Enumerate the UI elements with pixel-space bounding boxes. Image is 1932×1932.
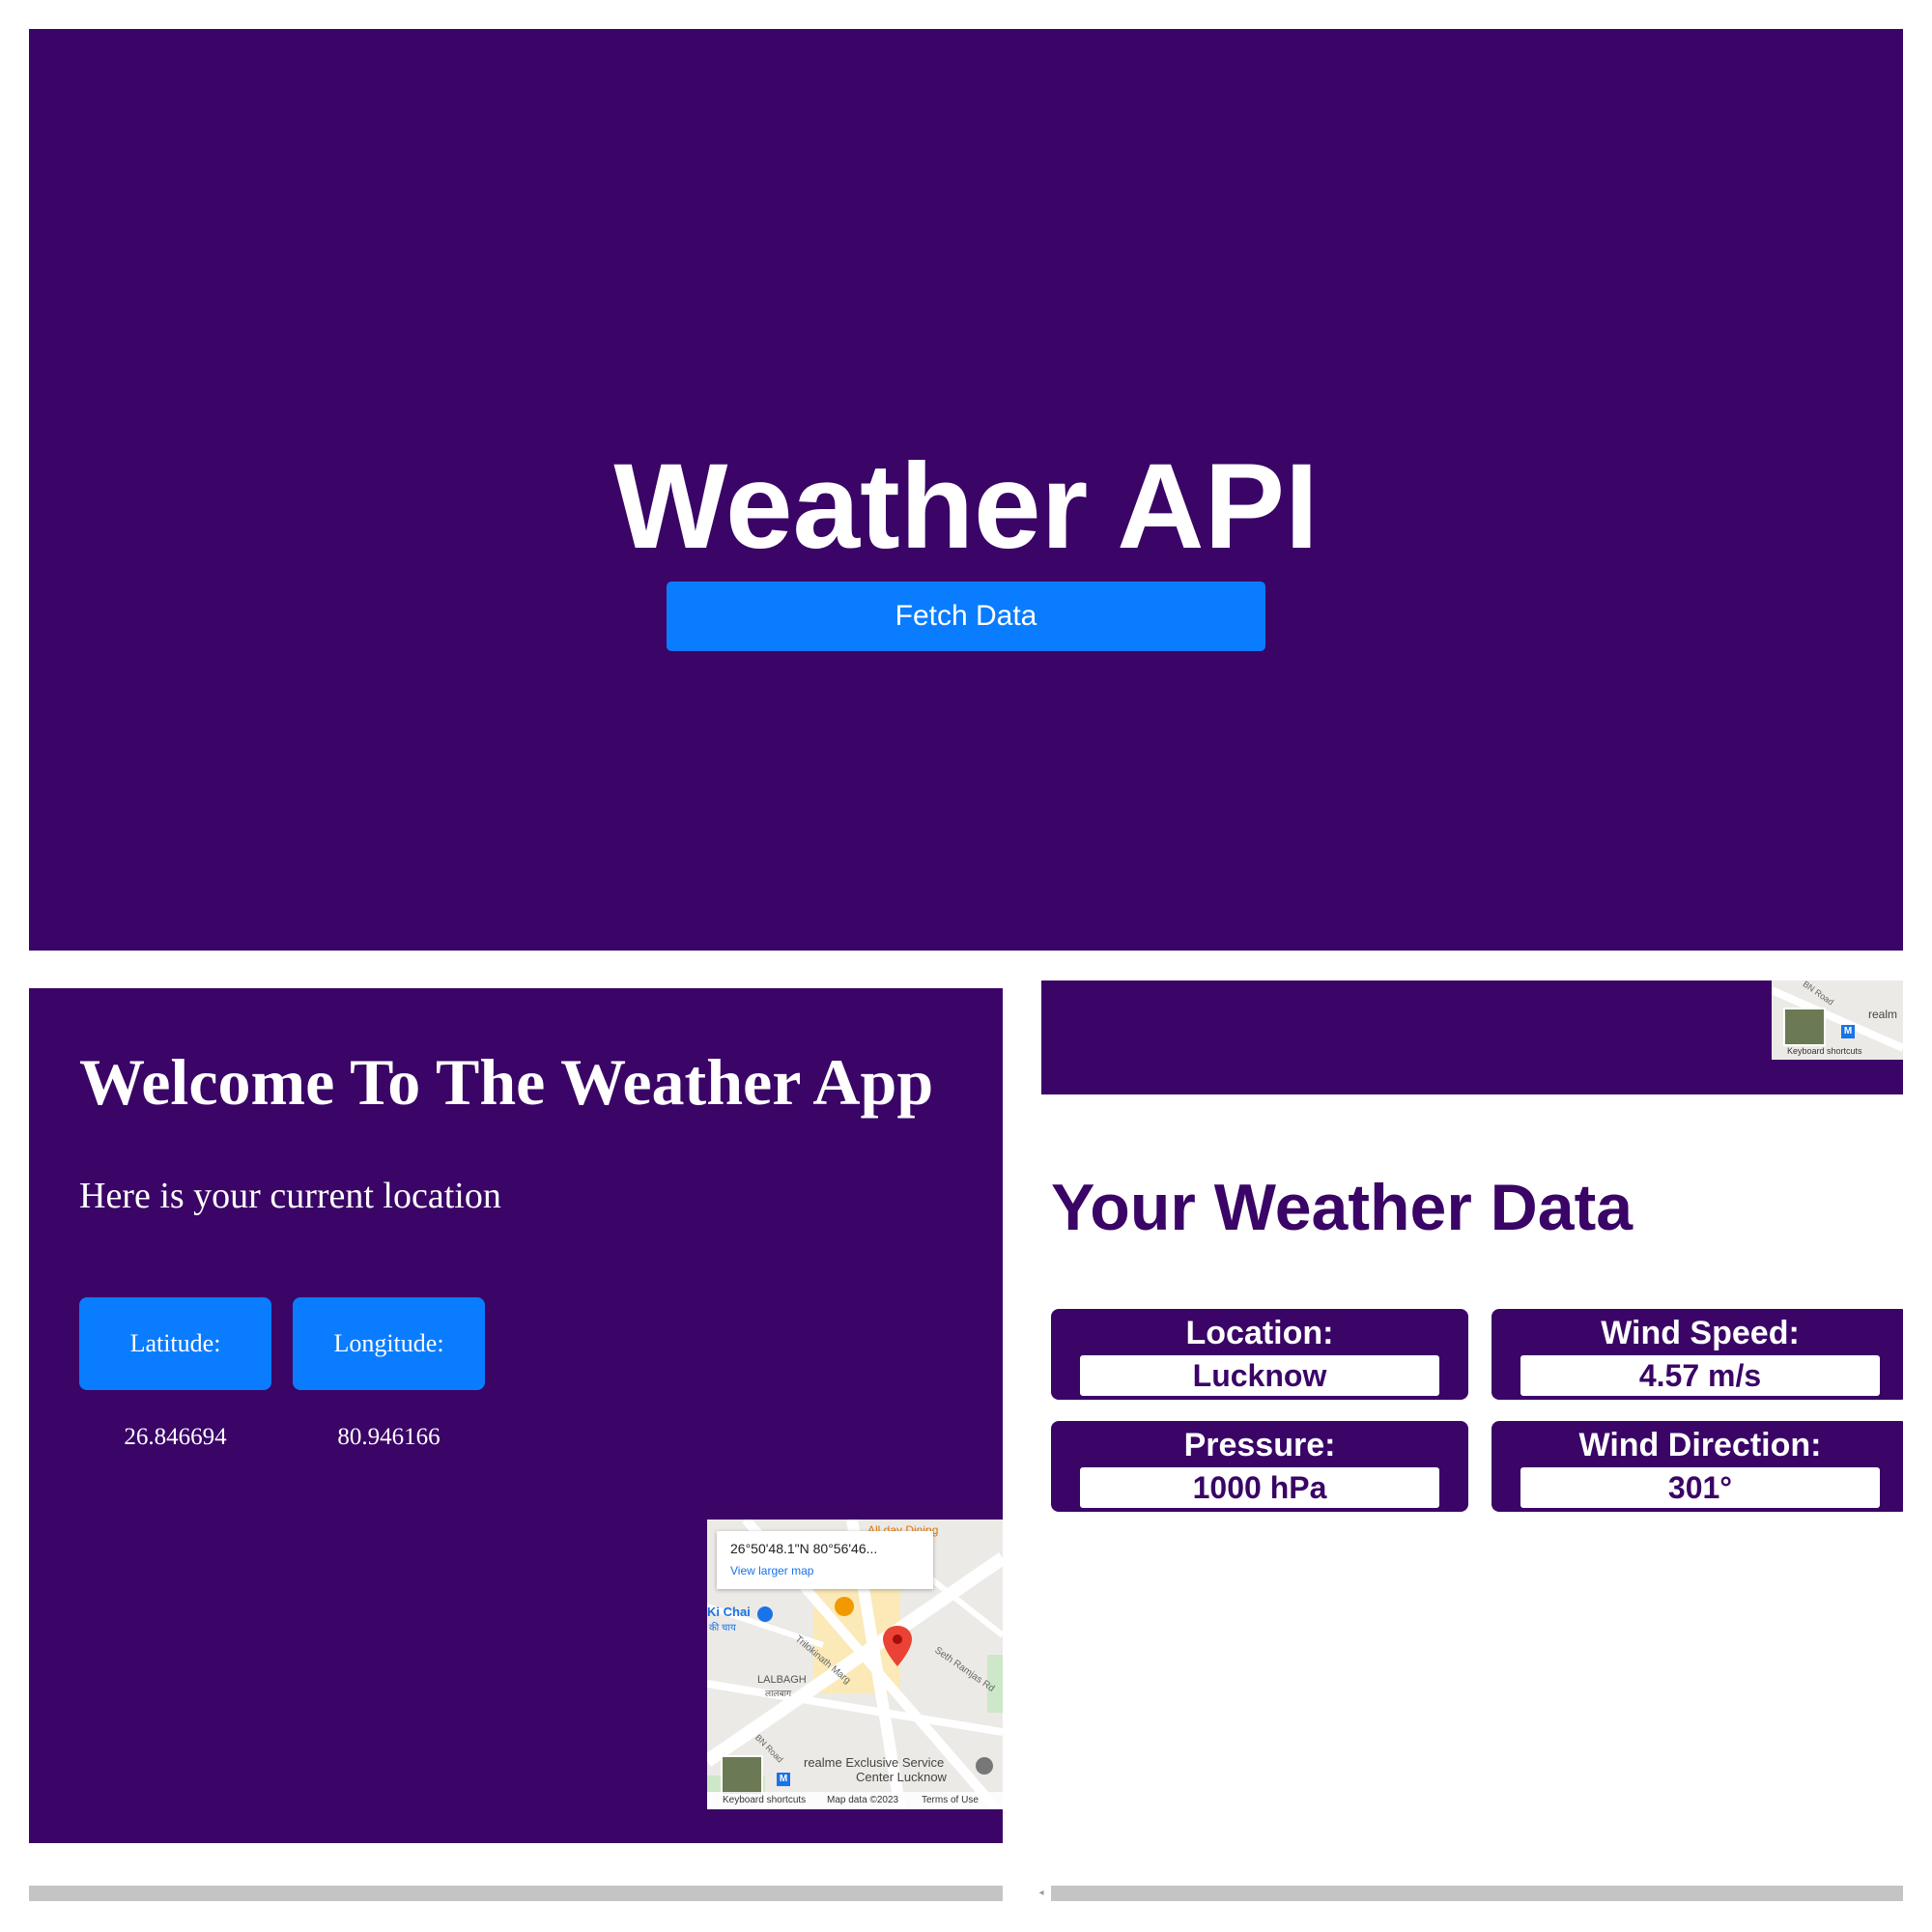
hero-panel: Weather API Fetch Data (29, 29, 1903, 951)
mini-map-embed[interactable]: BN Road realm M Keyboard shortcuts (1772, 980, 1903, 1060)
map-data-text: Map data ©2023 (827, 1795, 899, 1805)
map-label-chai-hi: की चाय (709, 1623, 736, 1634)
location-label: Location: (1185, 1315, 1334, 1351)
wind-direction-label: Wind Direction: (1578, 1427, 1822, 1463)
keyboard-shortcuts-link[interactable]: Keyboard shortcuts (723, 1795, 806, 1805)
satellite-toggle-icon[interactable] (721, 1755, 763, 1796)
wind-speed-value: 4.57 m/s (1520, 1355, 1880, 1396)
mini-map-realme: realm (1868, 1008, 1898, 1021)
map-footer: Keyboard shortcuts Map data ©2023 Terms … (707, 1792, 1003, 1809)
keyboard-shortcuts-link[interactable]: Keyboard shortcuts (1787, 1046, 1862, 1056)
page-title: Weather API (613, 440, 1319, 574)
scroll-left-arrow-icon[interactable]: ◂ (1034, 1886, 1049, 1901)
map-label-realme: realme Exclusive Service (804, 1755, 945, 1770)
pressure-label: Pressure: (1183, 1427, 1336, 1463)
map-label-center: Center Lucknow (856, 1770, 947, 1784)
map-embed[interactable]: All day Dining 26°50'48.1"N 80°56'46... … (707, 1520, 1003, 1809)
terms-of-use-link[interactable]: Terms of Use (922, 1795, 979, 1805)
wind-speed-label: Wind Speed: (1601, 1315, 1800, 1351)
metro-icon: M (777, 1773, 790, 1786)
metro-icon: M (1841, 1025, 1855, 1038)
horizontal-scrollbar[interactable] (29, 1886, 1003, 1901)
satellite-toggle-icon[interactable] (1783, 1008, 1826, 1046)
place-marker-icon (976, 1757, 993, 1775)
view-larger-map-link[interactable]: View larger map (730, 1564, 813, 1577)
pressure-card: Pressure: 1000 hPa (1051, 1421, 1468, 1512)
fetch-data-button[interactable]: Fetch Data (667, 582, 1265, 651)
location-panel: Welcome To The Weather App Here is your … (29, 988, 1003, 1843)
map-label-chai: Ki Chai (707, 1605, 751, 1619)
cafe-marker-icon (757, 1606, 773, 1622)
weather-data-panel: BN Road realm M Keyboard shortcuts Your … (1041, 980, 1903, 1843)
wind-direction-value: 301° (1520, 1467, 1880, 1508)
location-pin-icon (883, 1626, 912, 1666)
weather-data-title: Your Weather Data (1051, 1171, 1634, 1244)
location-card: Location: Lucknow (1051, 1309, 1468, 1400)
map-label-lalbagh-hi: लालबाग (765, 1689, 792, 1698)
map-coordinates: 26°50'48.1"N 80°56'46... (730, 1541, 878, 1556)
horizontal-scrollbar[interactable] (1051, 1886, 1903, 1901)
header-bar: BN Road realm M Keyboard shortcuts (1041, 980, 1903, 1094)
map-info-card: 26°50'48.1"N 80°56'46... View larger map (717, 1531, 933, 1589)
latitude-value: 26.846694 (124, 1424, 227, 1450)
location-subtitle: Here is your current location (79, 1176, 501, 1216)
longitude-value: 80.946166 (337, 1424, 440, 1450)
pressure-value: 1000 hPa (1080, 1467, 1439, 1508)
wind-speed-card: Wind Speed: 4.57 m/s (1492, 1309, 1903, 1400)
welcome-title: Welcome To The Weather App (79, 1045, 934, 1119)
location-value: Lucknow (1080, 1355, 1439, 1396)
map-label-lalbagh: LALBAGH (757, 1674, 807, 1686)
latitude-button[interactable]: Latitude: (79, 1297, 271, 1390)
wind-direction-card: Wind Direction: 301° (1492, 1421, 1903, 1512)
restaurant-marker-icon (835, 1597, 854, 1616)
longitude-button[interactable]: Longitude: (293, 1297, 485, 1390)
